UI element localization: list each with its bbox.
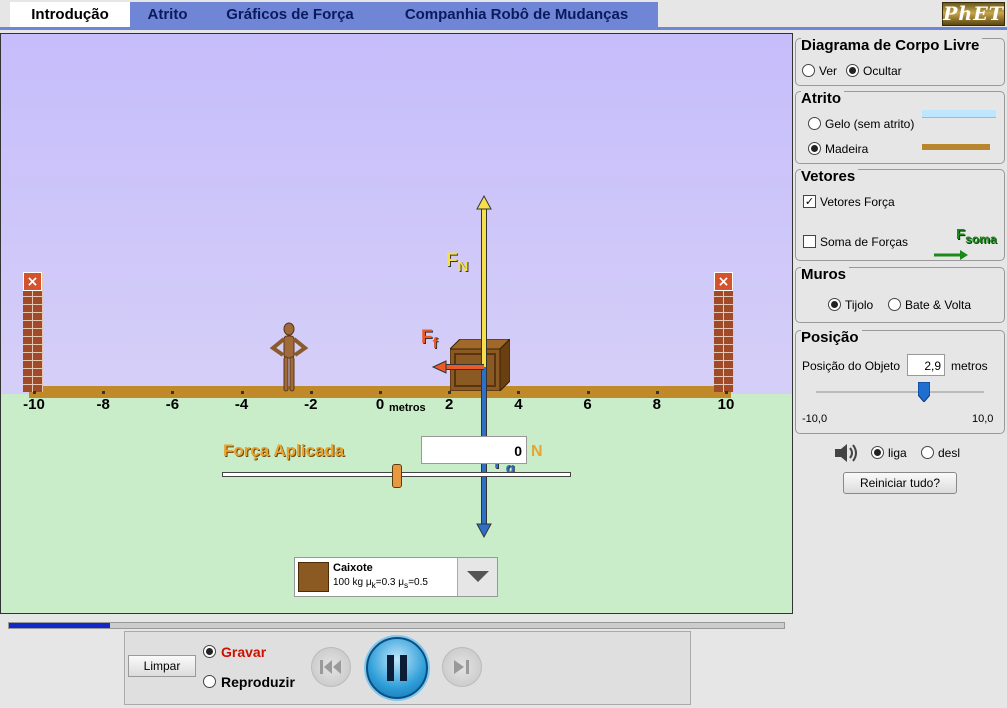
free-body-hide-label: Ocultar [863,64,902,78]
tab-label: Companhia Robô de Mudanças [404,6,629,23]
position-min-label: -10,0 [802,413,828,425]
tab-atrito[interactable]: Atrito [130,2,205,27]
free-body-show-radio[interactable] [802,64,815,77]
label-main: F [956,226,966,243]
position-panel: Posição Posição do Objeto 2,9 metros -10… [795,329,1005,434]
free-body-show-label: Ver [819,64,838,78]
tab-introducao[interactable]: Introdução [10,2,130,27]
object-selector[interactable]: Caixote 100 kg μk=0.3 μs=0.5 [294,557,498,597]
friction-force-head [431,360,447,374]
panel-title: Muros [801,266,849,283]
dropdown-button[interactable] [457,558,497,596]
wood-surface-icon [922,144,990,150]
friction-ice-label: Gelo (sem atrito) [825,117,915,131]
crate-icon [298,562,329,592]
speaker-icon [835,444,857,462]
force-vectors-checkbox[interactable]: ✓ [803,195,816,208]
arrow-right-icon [934,250,968,260]
tab-label: Atrito [147,6,188,23]
applied-force-input[interactable]: 0 [421,436,527,464]
walls-bounce-label: Bate & Volta [905,298,972,312]
friction-wood-label: Madeira [825,142,869,156]
normal-force-label: FN [446,250,468,275]
sum-force-icon-label: Fsoma [956,226,997,246]
applied-force-unit: N [531,443,543,460]
pause-button[interactable] [366,637,428,699]
position-label: Posição do Objeto [802,359,901,373]
label-main: F [421,327,433,348]
force-vectors-label: Vetores Força [820,195,895,209]
panel-title: Posição [801,329,862,346]
position-max-label: 10,0 [972,413,994,425]
playback-progress-fill [9,623,110,628]
sound-on-label: liga [888,446,907,460]
chevron-down-icon [466,571,489,582]
playback-progress[interactable] [8,622,785,629]
sound-off-label: desl [938,446,961,460]
tab-bar: Introdução Atrito Gráficos de Força Comp… [0,0,1007,30]
clear-button[interactable]: Limpar [128,655,196,677]
walls-brick-label: Tijolo [845,298,874,312]
object-name: Caixote [333,562,373,574]
position-unit: metros [951,359,988,373]
label-sub: soma [965,232,997,246]
position-slider-track[interactable] [816,391,984,393]
panel-title: Diagrama de Corpo Livre [801,37,983,54]
friction-force-label: Ff [421,327,438,352]
sound-on-radio[interactable] [871,446,884,459]
tab-label: Gráficos de Força [226,6,354,23]
panel-title: Atrito [801,90,844,107]
tab-companhia-robo[interactable]: Companhia Robô de Mudanças [375,2,658,27]
step-forward-icon [454,660,469,674]
force-vectors [431,194,492,539]
ice-surface-icon [922,110,996,118]
tab-label: Introdução [31,6,109,23]
replay-label: Reproduzir [221,674,295,690]
vectors-panel: Vetores ✓ Vetores Força Soma de Forças F… [795,168,1005,261]
panel-title: Vetores [801,168,859,185]
label-main: F [446,250,458,271]
rewind-icon [320,660,341,674]
label-sub: N [457,257,469,275]
sum-forces-checkbox[interactable] [803,235,816,248]
position-slider-thumb[interactable] [918,382,931,402]
object-properties: 100 kg μk=0.3 μs=0.5 [333,577,428,590]
label-sub: f [432,334,438,352]
position-input[interactable]: 2,9 [907,354,945,376]
replay-radio[interactable] [203,675,216,688]
rewind-button[interactable] [311,647,351,687]
applied-force-label: Força Aplicada [223,441,345,460]
gravity-force-head [476,523,492,539]
sound-off-radio[interactable] [921,446,934,459]
record-radio[interactable] [203,645,216,658]
mu-s-value: =0.5 [408,577,428,588]
step-forward-button[interactable] [442,647,482,687]
walls-bounce-radio[interactable] [888,298,901,311]
walls-panel: Muros Tijolo Bate & Volta [795,266,1005,323]
pause-icon [387,655,407,681]
friction-panel: Atrito Gelo (sem atrito) Madeira [795,90,1005,164]
normal-force-head [476,194,492,210]
tab-graficos-forca[interactable]: Gráficos de Força [205,2,375,27]
mu-k-value: =0.3 [375,577,396,588]
walls-brick-radio[interactable] [828,298,841,311]
sum-forces-label: Soma de Forças [820,235,909,249]
friction-ice-radio[interactable] [808,117,821,130]
free-body-hide-radio[interactable] [846,64,859,77]
applied-force-thumb[interactable] [391,464,402,488]
free-body-panel: Diagrama de Corpo Livre Ver Ocultar [795,37,1005,86]
object-mass: 100 kg [333,577,364,588]
record-label: Gravar [221,644,267,660]
play-area: × × -10-8-6-4-20246810 metros [0,33,793,614]
phet-logo[interactable]: PhET [942,2,1005,26]
reset-all-button[interactable]: Reiniciar tudo? [843,472,957,494]
friction-wood-radio[interactable] [808,142,821,155]
